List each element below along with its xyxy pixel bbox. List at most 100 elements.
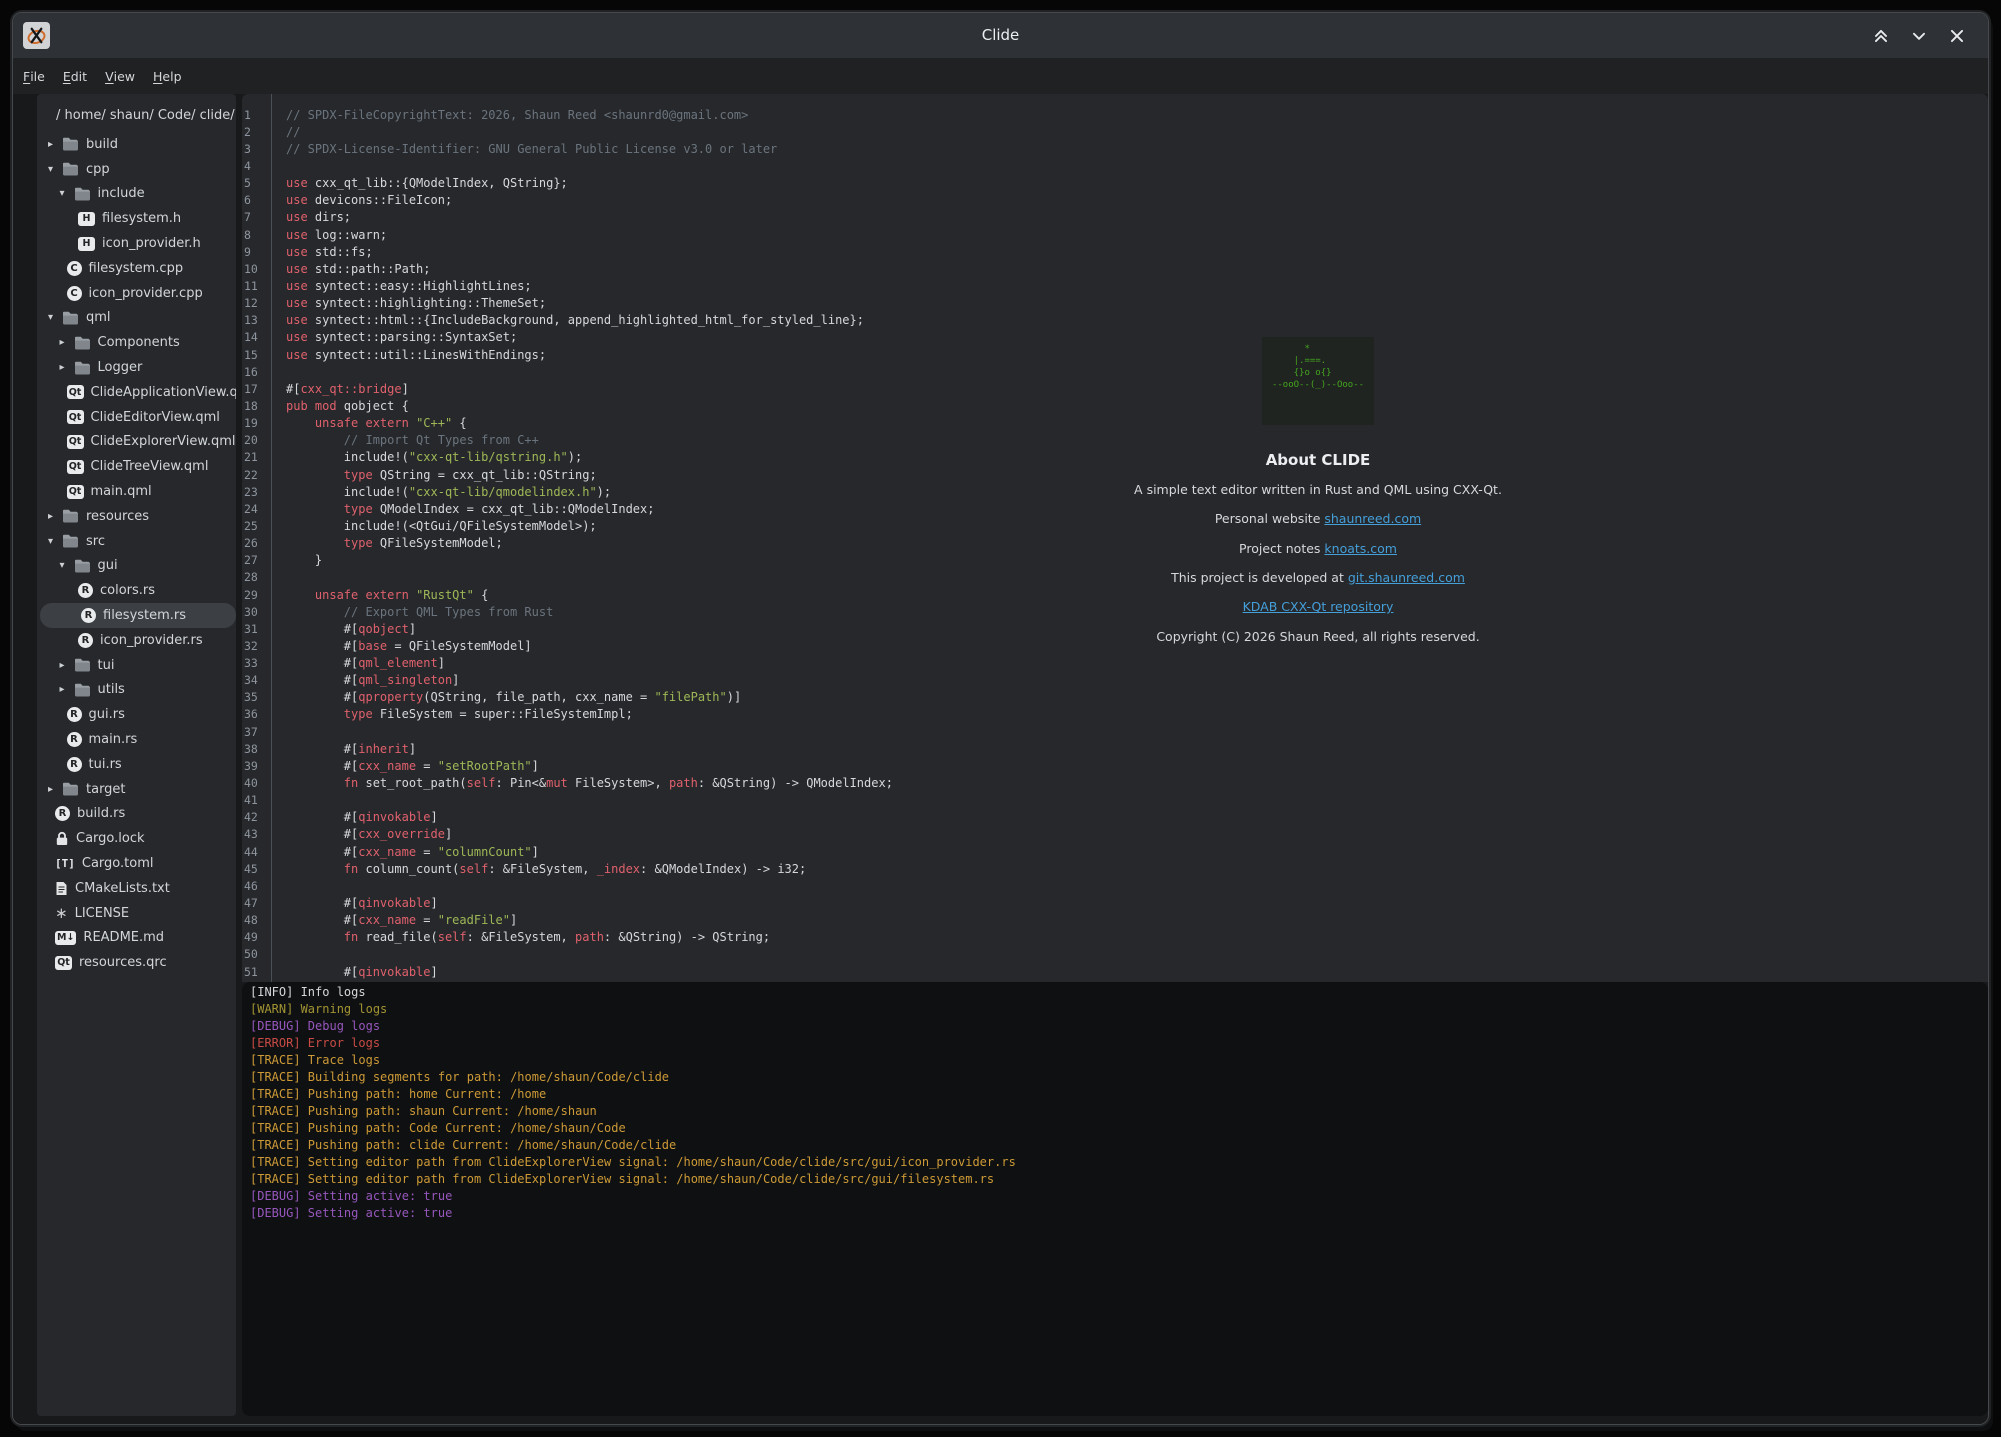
code-line[interactable]: 38 #[inherit] xyxy=(242,740,1558,757)
code-line[interactable]: 47 #[qinvokable] xyxy=(242,894,1558,911)
code-segment: { xyxy=(474,588,488,602)
tree-item-utils[interactable]: ▸utils xyxy=(37,678,236,703)
tree-item-src[interactable]: ▾src xyxy=(37,529,236,554)
about-link[interactable]: shaunreed.com xyxy=(1324,511,1421,526)
chevron-expanded-icon[interactable]: ▾ xyxy=(48,312,62,323)
editor-panel[interactable]: 1// SPDX-FileCopyrightText: 2026, Shaun … xyxy=(242,94,1988,982)
about-link[interactable]: git.shaunreed.com xyxy=(1348,570,1465,585)
tree-item-filesystem-cpp[interactable]: Cfilesystem.cpp xyxy=(37,256,236,281)
code-line[interactable]: 45 fn column_count(self: &FileSystem, _i… xyxy=(242,860,1558,877)
maximize-button[interactable] xyxy=(1869,24,1893,48)
menu-help[interactable]: Help xyxy=(144,58,191,94)
tree-item-license[interactable]: ∗LICENSE xyxy=(37,901,236,926)
tree-item-cargo-lock[interactable]: Cargo.lock xyxy=(37,826,236,851)
chevron-expanded-icon[interactable]: ▾ xyxy=(60,560,74,571)
line-number: 11 xyxy=(242,279,270,293)
code-line[interactable]: 12use syntect::highlighting::ThemeSet; xyxy=(242,295,1558,312)
code-line[interactable]: 5use cxx_qt_lib::{QModelIndex, QString}; xyxy=(242,175,1558,192)
chevron-collapsed-icon[interactable]: ▸ xyxy=(48,784,62,795)
code-line[interactable]: 4 xyxy=(242,157,1558,174)
code-segment: // SPDX-FileCopyrightText: 2026, Shaun R… xyxy=(286,108,748,122)
menu-file[interactable]: File xyxy=(14,58,54,94)
tree-item-gui-rs[interactable]: Rgui.rs xyxy=(37,702,236,727)
tree-item-build[interactable]: ▸build xyxy=(37,132,236,157)
about-link[interactable]: KDAB CXX-Qt repository xyxy=(1243,599,1394,614)
chevron-collapsed-icon[interactable]: ▸ xyxy=(48,511,62,522)
chevron-collapsed-icon[interactable]: ▸ xyxy=(48,139,62,150)
tree-item-filesystem-h[interactable]: Hfilesystem.h xyxy=(37,206,236,231)
code-line[interactable]: 33 #[qml_element] xyxy=(242,655,1558,672)
code-line[interactable]: 41 xyxy=(242,792,1558,809)
chevron-collapsed-icon[interactable]: ▸ xyxy=(60,362,74,373)
code-segment: #[ xyxy=(286,810,358,824)
close-button[interactable] xyxy=(1945,24,1969,48)
tree-item-target[interactable]: ▸target xyxy=(37,777,236,802)
chevron-collapsed-icon[interactable]: ▸ xyxy=(60,684,74,695)
code-line[interactable]: 1// SPDX-FileCopyrightText: 2026, Shaun … xyxy=(242,106,1558,123)
chevron-collapsed-icon[interactable]: ▸ xyxy=(60,660,74,671)
tree-item-cmakelists-txt[interactable]: CMakeLists.txt xyxy=(37,876,236,901)
tree-item-build-rs[interactable]: Rbuild.rs xyxy=(37,802,236,827)
code-line[interactable]: 35 #[qproperty(QString, file_path, cxx_n… xyxy=(242,689,1558,706)
code-line[interactable]: 34 #[qml_singleton] xyxy=(242,672,1558,689)
code-line[interactable]: 48 #[cxx_name = "readFile"] xyxy=(242,912,1558,929)
chevron-collapsed-icon[interactable]: ▸ xyxy=(60,337,74,348)
tree-item-clideexplorerview-qml[interactable]: QtClideExplorerView.qml xyxy=(37,430,236,455)
code-line[interactable]: 51 #[qinvokable] xyxy=(242,963,1558,980)
tree-item-tui[interactable]: ▸tui xyxy=(37,653,236,678)
code-line[interactable]: 3// SPDX-License-Identifier: GNU General… xyxy=(242,140,1558,157)
tree-item-tui-rs[interactable]: Rtui.rs xyxy=(37,752,236,777)
tree-item-cargo-toml[interactable]: [T]Cargo.toml xyxy=(37,851,236,876)
code-segment: #[ xyxy=(286,913,358,927)
tree-item-qml[interactable]: ▾qml xyxy=(37,306,236,331)
minimize-button[interactable] xyxy=(1907,24,1931,48)
chevron-expanded-icon[interactable]: ▾ xyxy=(60,188,74,199)
code-line[interactable]: 13use syntect::html::{IncludeBackground,… xyxy=(242,312,1558,329)
tree-item-gui[interactable]: ▾gui xyxy=(37,554,236,579)
code-line[interactable]: 42 #[qinvokable] xyxy=(242,809,1558,826)
code-line[interactable]: 40 fn set_root_path(self: Pin<&mut FileS… xyxy=(242,774,1558,791)
tree-item-icon-provider-cpp[interactable]: Cicon_provider.cpp xyxy=(37,281,236,306)
menu-view[interactable]: View xyxy=(96,58,144,94)
log-entry: [DEBUG] Setting active: true xyxy=(250,1205,1988,1222)
code-line[interactable]: 2// xyxy=(242,123,1558,140)
code-line[interactable]: 44 #[cxx_name = "columnCount"] xyxy=(242,843,1558,860)
tree-item-icon-provider-rs[interactable]: Ricon_provider.rs xyxy=(37,628,236,653)
code-line[interactable]: 36 type FileSystem = super::FileSystemIm… xyxy=(242,706,1558,723)
tree-item-colors-rs[interactable]: Rcolors.rs xyxy=(37,578,236,603)
chevron-expanded-icon[interactable]: ▾ xyxy=(48,164,62,175)
code-segment: QString = cxx_qt_lib::QString; xyxy=(373,468,597,482)
code-line[interactable]: 7use dirs; xyxy=(242,209,1558,226)
tree-item-main-rs[interactable]: Rmain.rs xyxy=(37,727,236,752)
code-line[interactable]: 46 xyxy=(242,877,1558,894)
tree-item-logger[interactable]: ▸Logger xyxy=(37,355,236,380)
code-line[interactable]: 43 #[cxx_override] xyxy=(242,826,1558,843)
tree-item-resources[interactable]: ▸resources xyxy=(37,504,236,529)
tree-item-components[interactable]: ▸Components xyxy=(37,330,236,355)
tree-item-filesystem-rs[interactable]: Rfilesystem.rs xyxy=(40,603,236,628)
tree-item-include[interactable]: ▾include xyxy=(37,182,236,207)
code-line[interactable]: 10use std::path::Path; xyxy=(242,260,1558,277)
tree-item-clideapplicationview-qml[interactable]: QtClideApplicationView.qml xyxy=(37,380,236,405)
code-line[interactable]: 39 #[cxx_name = "setRootPath"] xyxy=(242,757,1558,774)
tree-item-cpp[interactable]: ▾cpp xyxy=(37,157,236,182)
code-line[interactable]: 8use log::warn; xyxy=(242,226,1558,243)
tree-item-readme-md[interactable]: M↓README.md xyxy=(37,926,236,951)
tree-item-icon-provider-h[interactable]: Hicon_provider.h xyxy=(37,231,236,256)
code-line[interactable]: 9use std::fs; xyxy=(242,243,1558,260)
tree-item-clideeditorview-qml[interactable]: QtClideEditorView.qml xyxy=(37,405,236,430)
code-line[interactable]: 6use devicons::FileIcon; xyxy=(242,192,1558,209)
code-line[interactable]: 37 xyxy=(242,723,1558,740)
about-link[interactable]: knoats.com xyxy=(1324,541,1397,556)
file-tree-panel: / home/ shaun/ Code/ clide/ ▸build▾cpp▾i… xyxy=(37,94,236,1416)
line-number: 5 xyxy=(242,176,270,190)
code-line[interactable]: 50 xyxy=(242,946,1558,963)
code-line[interactable]: 49 fn read_file(self: &FileSystem, path:… xyxy=(242,929,1558,946)
menu-edit[interactable]: Edit xyxy=(54,58,96,94)
chevron-expanded-icon[interactable]: ▾ xyxy=(48,536,62,547)
tree-item-resources-qrc[interactable]: Qtresources.qrc xyxy=(37,950,236,975)
tree-item-clidetreeview-qml[interactable]: QtClideTreeView.qml xyxy=(37,454,236,479)
code-segment: = xyxy=(416,913,438,927)
code-line[interactable]: 11use syntect::easy::HighlightLines; xyxy=(242,277,1558,294)
tree-item-main-qml[interactable]: Qtmain.qml xyxy=(37,479,236,504)
